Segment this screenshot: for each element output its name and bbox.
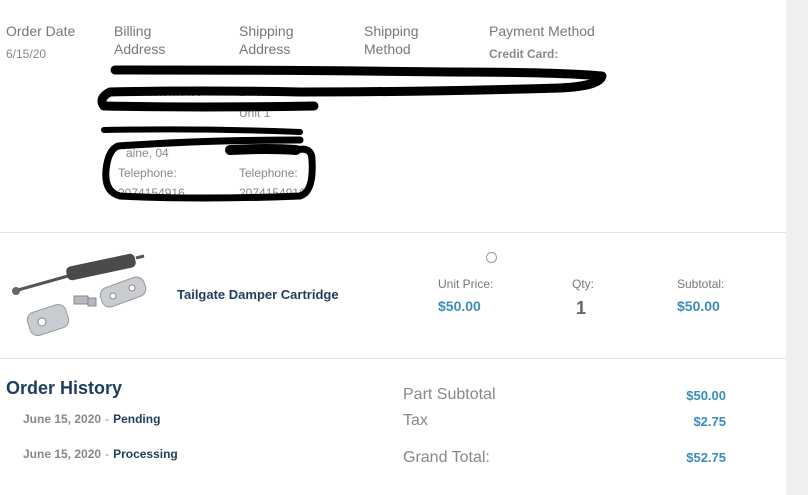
subtotal-value: $50.00	[677, 298, 720, 314]
history-date: June 15, 2020	[23, 412, 102, 426]
shipping-address-line2: Unit 1	[239, 106, 271, 120]
product-image	[12, 253, 147, 337]
grand-total-label: Grand Total:	[403, 449, 490, 466]
history-date: June 15, 2020	[23, 447, 102, 461]
product-name[interactable]: Tailgate Damper Cartridge	[177, 287, 339, 302]
history-entry: June 15, 2020- Processing	[23, 447, 178, 461]
shipping-address-line1: 24 Western Ave	[239, 85, 324, 99]
item-radio-button[interactable]	[486, 252, 497, 263]
unit-price-value: $50.00	[438, 298, 481, 314]
billing-address-header: Billing Address	[114, 23, 166, 57]
history-separator: -	[105, 447, 110, 461]
part-subtotal-label: Part Subtotal	[403, 386, 496, 403]
shipping-telephone-value: 2074154916	[239, 186, 306, 200]
history-status: Processing	[113, 447, 178, 461]
order-date-value: 6/15/20	[6, 47, 47, 61]
payment-method-value: Credit Card:	[489, 47, 559, 61]
section-divider	[0, 358, 786, 359]
vertical-scrollbar[interactable]	[786, 0, 808, 495]
qty-label: Qty:	[572, 277, 595, 291]
shipping-address-header: Shipping Address	[239, 23, 294, 57]
billing-address-line1: 24 Western Ave	[118, 85, 203, 99]
subtotal-label: Subtotal:	[677, 277, 725, 291]
order-date-header: Order Date	[6, 23, 76, 39]
billing-address-line2: aine, 04	[126, 146, 169, 160]
grand-total-value: $52.75	[686, 450, 726, 465]
tax-label: Tax	[403, 412, 428, 429]
order-history-title: Order History	[6, 378, 123, 398]
billing-telephone-value: 2074154916	[118, 186, 185, 200]
payment-method-header: Payment Method	[489, 23, 595, 39]
tax-value: $2.75	[693, 414, 726, 429]
section-divider	[0, 232, 786, 233]
part-subtotal-value: $50.00	[686, 388, 726, 403]
shipping-telephone-label: Telephone:	[239, 166, 298, 180]
unit-price-label: Unit Price:	[438, 277, 494, 291]
history-status: Pending	[113, 412, 161, 426]
billing-telephone-label: Telephone:	[118, 166, 177, 180]
shipping-method-header: Shipping Method	[364, 23, 419, 57]
history-entry: June 15, 2020- Pending	[23, 412, 160, 426]
history-separator: -	[105, 412, 110, 426]
qty-value: 1	[576, 298, 587, 318]
